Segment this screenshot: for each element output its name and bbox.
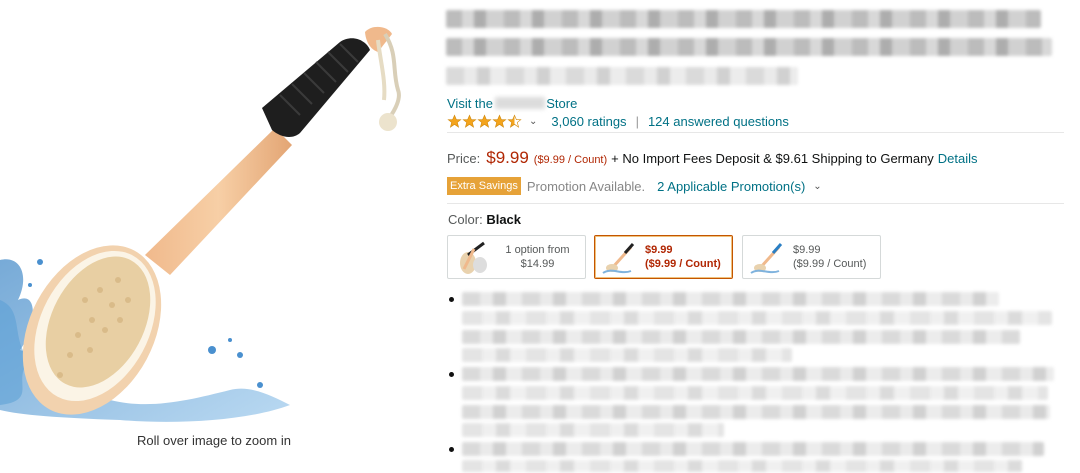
promotion-available-text: Promotion Available. xyxy=(526,178,646,194)
color-selector-label: Color: Black xyxy=(448,212,521,227)
star-full-icon xyxy=(477,114,492,128)
star-rating[interactable] xyxy=(447,114,522,129)
star-half-icon xyxy=(507,114,522,128)
color-value: Black xyxy=(486,212,522,227)
option-2-price: $9.99 xyxy=(645,244,673,256)
zoom-hint: Roll over image to zoom in xyxy=(137,433,291,448)
answered-questions-link[interactable]: 124 answered questions xyxy=(648,114,789,129)
star-full-icon xyxy=(447,114,462,128)
shipping-text: + No Import Fees Deposit & $9.61 Shippin… xyxy=(611,151,934,166)
store-suffix: Store xyxy=(546,96,578,111)
store-link[interactable]: Visit the Store xyxy=(447,96,577,111)
option-1-line-2: $14.99 xyxy=(520,258,555,270)
brush-thumbnail-icon xyxy=(602,243,635,274)
brush-thumbnail-icon xyxy=(460,241,487,274)
extra-savings-badge: Extra Savings xyxy=(447,177,521,195)
color-label: Color: xyxy=(448,212,483,227)
brush-thumbnail-icon xyxy=(750,243,783,274)
ratings-row: ⌄ 3,060 ratings | 124 answered questions xyxy=(447,114,789,129)
price-value: $9.99 xyxy=(486,148,529,167)
option-1-line-1: 1 option from xyxy=(505,244,570,256)
bullet-point xyxy=(449,447,454,452)
divider xyxy=(447,132,1064,133)
color-option-3[interactable]: $9.99 ($9.99 / Count) xyxy=(742,235,881,279)
unit-price: ($9.99 / Count) xyxy=(533,154,608,166)
bullet-point xyxy=(449,297,454,302)
promotion-row: Extra Savings Promotion Available. 2 App… xyxy=(447,177,822,195)
color-option-2-selected[interactable]: $9.99 ($9.99 / Count) xyxy=(594,235,733,279)
star-full-icon xyxy=(492,114,507,128)
store-prefix: Visit the xyxy=(447,96,494,111)
ratings-count-link[interactable]: 3,060 ratings xyxy=(551,114,626,129)
price-row: Price: $9.99 ($9.99 / Count) + No Import… xyxy=(447,148,978,168)
separator: | xyxy=(635,114,639,129)
option-3-price: $9.99 xyxy=(793,244,821,256)
star-full-icon xyxy=(462,114,477,128)
divider xyxy=(447,203,1064,204)
chevron-down-icon[interactable]: ⌄ xyxy=(813,181,821,192)
option-3-unit-price: ($9.99 / Count) xyxy=(793,258,867,270)
option-2-unit-price: ($9.99 / Count) xyxy=(645,258,721,270)
product-image[interactable] xyxy=(0,0,430,430)
bullet-point xyxy=(449,372,454,377)
color-option-1[interactable]: 1 option from $14.99 xyxy=(447,235,586,279)
store-name-redacted xyxy=(494,97,545,109)
shipping-details-link[interactable]: Details xyxy=(938,151,978,166)
applicable-promotions-link[interactable]: 2 Applicable Promotion(s) xyxy=(657,179,805,194)
bath-brush-image xyxy=(0,26,401,422)
chevron-down-icon[interactable]: ⌄ xyxy=(529,116,537,127)
price-label: Price: xyxy=(447,151,481,166)
